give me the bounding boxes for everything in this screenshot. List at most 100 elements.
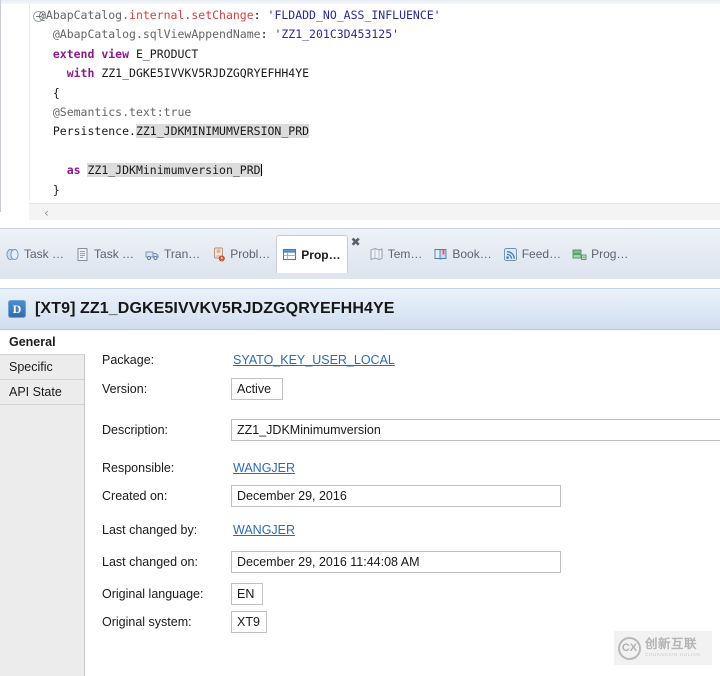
form-row: Last changed on: December 29, 2016 11:44:…: [85, 550, 720, 574]
code-token: extend view: [52, 46, 136, 61]
code-line: {: [39, 84, 716, 103]
tab-book-6[interactable]: Book…: [428, 235, 497, 273]
sidebar-item-label: API State: [9, 385, 62, 399]
field-input[interactable]: December 29, 2016 11:44:08 AM: [231, 551, 561, 573]
field-label: Original language:: [102, 587, 204, 601]
code-token: Persistence.: [52, 124, 136, 139]
watermark-text: 创新互联 CHUANGXIN HULIAN: [645, 638, 700, 657]
eclipse-adt-window: @AbapCatalog.internal.setChange: 'FLDADD…: [0, 0, 720, 676]
field-label: Created on:: [102, 489, 168, 503]
tab-tran-2[interactable]: Tran…: [140, 235, 206, 273]
code-line: @Semantics.text:true: [39, 103, 716, 122]
field-value: EN: [237, 587, 255, 601]
tab-label: Task …: [24, 247, 65, 261]
tab-prop-4[interactable]: Prop…: [276, 235, 348, 273]
task-repository-icon: [5, 247, 20, 262]
bookmarks-icon: [433, 247, 448, 262]
properties-sidebar: General Specific API State: [0, 330, 86, 676]
view-tab-bar: Task … Task … Tran… Probl… Prop… ✖ Tem… Book… Fe…: [0, 228, 720, 279]
tab-label: Book…: [452, 247, 492, 261]
code-token: }: [52, 182, 60, 197]
tab-label: Prop…: [301, 247, 341, 262]
code-token: @AbapCatalog.: [39, 8, 130, 22]
tab-task-0[interactable]: Task …: [0, 235, 70, 273]
field-value: December 29, 2016: [237, 489, 347, 503]
code-line: as ZZ1_JDKMinimumversion_PRD: [39, 161, 716, 180]
field-input[interactable]: XT9: [231, 611, 267, 633]
tab-label: Feed…: [521, 247, 562, 261]
tab-probl-3[interactable]: Probl…: [206, 235, 276, 273]
field-link-value[interactable]: WANGJER: [233, 461, 295, 475]
tab-label: Tran…: [164, 247, 201, 261]
progress-icon: [572, 247, 587, 262]
form-row: Package: SYATO_KEY_USER_LOCAL: [85, 348, 720, 372]
code-token: 'ZZ1_201C3D453125': [274, 27, 400, 42]
code-line: }: [39, 181, 716, 200]
templates-icon: [369, 247, 384, 262]
field-value: ZZ1_JDKMinimumversion: [237, 423, 381, 437]
scroll-left-arrow-icon[interactable]: ‹: [44, 206, 49, 220]
field-label: Original system:: [102, 615, 192, 629]
code-line: extend view E_PRODUCT: [39, 45, 716, 64]
sidebar-item-label: Specific: [9, 360, 53, 374]
form-row: Original language: EN: [85, 582, 720, 606]
watermark-chinese-text: 创新互联: [645, 637, 698, 652]
code-line: Persistence.ZZ1_JDKMINIMUMVERSION_PRD: [39, 122, 716, 141]
feed-icon: [503, 247, 518, 262]
page-title: [XT9] ZZ1_DGKE5IVVKV5RJDZGQRYEFHH4YE: [35, 300, 395, 317]
code-token: ZZ1_JDKMINIMUMVERSION_PRD: [135, 124, 310, 139]
tab-label: Probl…: [230, 247, 271, 261]
field-label: Last changed on:: [102, 555, 198, 569]
properties-header: D [XT9] ZZ1_DGKE5IVVKV5RJDZGQRYEFHH4YE: [0, 288, 720, 330]
transport-organizer-icon: [145, 247, 160, 262]
editor-horizontal-scrollbar[interactable]: ‹: [29, 203, 720, 220]
problems-icon: [211, 247, 226, 262]
field-input[interactable]: Active: [231, 378, 283, 400]
code-token: ZZ1_DGKE5IVVKV5RJDZGQRYEFHH4YE: [101, 66, 310, 81]
task-list-icon: [75, 247, 90, 262]
field-label: Package:: [102, 353, 155, 367]
code-token: 'FLDADD_NO_ASS_INFLUENCE': [267, 8, 441, 22]
code-token: :: [260, 27, 275, 42]
tab-label: Prog…: [591, 247, 629, 261]
code-token: with: [66, 66, 102, 81]
field-label: Responsible:: [102, 461, 175, 475]
tab-feed-7[interactable]: Feed…: [498, 235, 567, 273]
code-line: @AbapCatalog.internal.setChange: 'FLDADD…: [39, 6, 716, 25]
code-editor[interactable]: @AbapCatalog.internal.setChange: 'FLDADD…: [0, 0, 720, 212]
code-token: :: [253, 8, 268, 22]
sidebar-item-label: General: [9, 335, 56, 349]
properties-icon: [282, 247, 297, 262]
field-input[interactable]: EN: [231, 583, 263, 605]
field-value: Active: [237, 382, 272, 396]
close-icon[interactable]: ✖: [348, 235, 364, 273]
sidebar-item-api-state[interactable]: API State: [0, 380, 84, 405]
ddl-source-icon: D: [8, 300, 26, 318]
code-line: with ZZ1_DGKE5IVVKV5RJDZGQRYEFHH4YE: [39, 64, 716, 83]
tab-tem-5[interactable]: Tem…: [364, 235, 429, 273]
form-row: Created on: December 29, 2016: [85, 484, 720, 508]
general-properties-form: Package: SYATO_KEY_USER_LOCAL Version: Acti…: [85, 330, 720, 676]
code-token: setChange: [191, 8, 254, 22]
tab-prog-8[interactable]: Prog…: [567, 235, 634, 273]
watermark: CX 创新互联 CHUANGXIN HULIAN: [614, 631, 712, 665]
field-value: XT9: [237, 615, 260, 629]
source-code-text[interactable]: @AbapCatalog.internal.setChange: 'FLDADD…: [39, 6, 716, 200]
form-row: Version: Active: [85, 377, 720, 401]
code-token: @Semantics.text:true: [52, 105, 192, 120]
field-link-value[interactable]: SYATO_KEY_USER_LOCAL: [233, 353, 395, 367]
field-input[interactable]: December 29, 2016: [231, 485, 561, 507]
code-token: {: [52, 85, 60, 100]
code-token: ZZ1_JDKMinimumversion_PRD: [87, 163, 261, 178]
text-caret: [260, 164, 262, 177]
tab-label: Task …: [94, 247, 135, 261]
sidebar-item-general[interactable]: General: [0, 330, 86, 355]
field-input[interactable]: ZZ1_JDKMinimumversion: [231, 419, 720, 441]
editor-top-edge: [1, 0, 720, 4]
tab-task-1[interactable]: Task …: [70, 235, 140, 273]
code-token: @AbapCatalog.sqlViewAppendName: [52, 27, 261, 42]
field-link-value[interactable]: WANGJER: [233, 523, 295, 537]
sidebar-item-specific[interactable]: Specific: [0, 355, 84, 380]
field-label: Last changed by:: [102, 523, 198, 537]
code-token: E_PRODUCT: [135, 46, 199, 61]
